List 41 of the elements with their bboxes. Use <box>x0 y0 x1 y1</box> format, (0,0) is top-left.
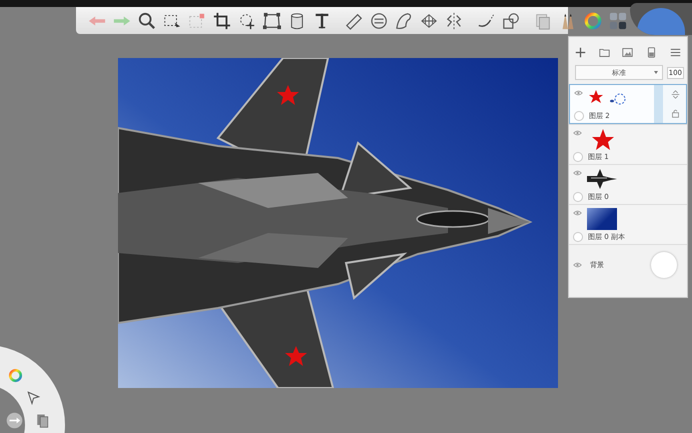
background-color-swatch[interactable] <box>651 252 677 278</box>
eye-icon[interactable] <box>574 90 583 96</box>
gradient-thumbnail <box>587 208 617 230</box>
copy-layers-icon[interactable] <box>534 12 552 30</box>
move-arrows-icon[interactable] <box>671 90 680 99</box>
layer-radio[interactable] <box>573 232 583 242</box>
ellipse-guide-icon[interactable] <box>370 12 388 30</box>
layer-radio[interactable] <box>574 111 584 121</box>
menu-icon[interactable] <box>670 46 681 58</box>
image-icon[interactable] <box>622 46 634 58</box>
layer-radio[interactable] <box>573 152 583 162</box>
crop-icon[interactable] <box>213 12 231 30</box>
star-icon <box>277 85 299 105</box>
pages-icon[interactable] <box>35 413 50 428</box>
perspective-grid-icon[interactable] <box>420 12 438 30</box>
folder-icon[interactable] <box>598 46 610 58</box>
eye-icon[interactable] <box>573 210 582 216</box>
shapes-icon[interactable] <box>502 12 520 30</box>
transform-icon[interactable] <box>263 12 281 30</box>
pen-nib-icon[interactable] <box>26 390 41 405</box>
color-wheel-icon[interactable] <box>584 12 602 30</box>
eye-icon[interactable] <box>573 170 582 176</box>
layer-radio[interactable] <box>573 192 583 202</box>
save-icon[interactable] <box>646 46 658 58</box>
color-wheel-icon[interactable] <box>8 368 23 383</box>
search-icon[interactable] <box>138 12 156 30</box>
dotted-circle-plus-icon[interactable] <box>238 12 256 30</box>
star-thumbnail-icon <box>591 128 615 152</box>
eye-icon[interactable] <box>573 130 582 136</box>
grid-view-icon[interactable] <box>609 12 627 30</box>
cylinder-icon[interactable] <box>288 12 306 30</box>
lock-icon[interactable] <box>671 109 680 118</box>
ruler-icon[interactable] <box>345 12 363 30</box>
text-tool-icon[interactable] <box>313 12 331 30</box>
symmetry-icon[interactable] <box>445 12 463 30</box>
stroke-curve-icon[interactable] <box>477 12 495 30</box>
add-icon[interactable] <box>575 46 586 58</box>
french-curve-icon[interactable] <box>395 12 413 30</box>
star-icon <box>285 346 307 366</box>
eye-icon[interactable] <box>573 262 582 268</box>
jet-thumbnail-icon <box>587 168 617 190</box>
